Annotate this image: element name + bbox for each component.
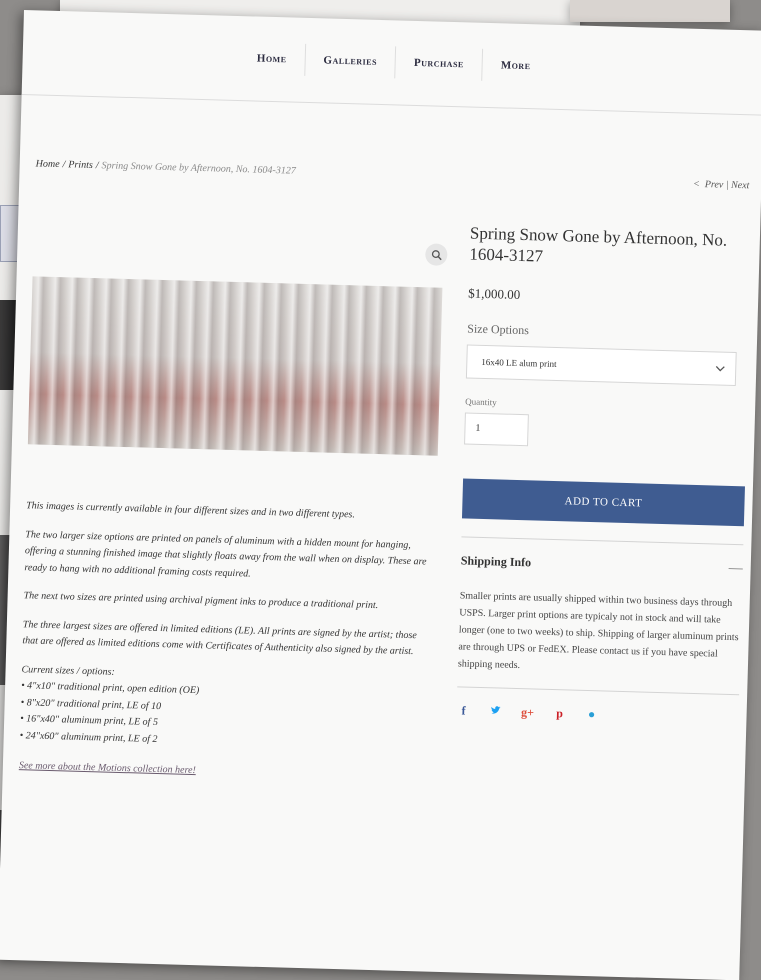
description-paragraph: This images is currently available in fo… <box>26 500 356 521</box>
next-link[interactable]: Next <box>731 180 750 192</box>
product-description: This images is currently available in fo… <box>19 498 437 786</box>
breadcrumb-separator: / <box>95 160 99 172</box>
product-price: $1,000.00 <box>468 285 521 302</box>
description-paragraph: The next two sizes are printed using arc… <box>23 590 379 612</box>
background-page-topright <box>570 0 730 22</box>
collection-link[interactable]: See more about the Motions collection he… <box>19 758 429 786</box>
quantity-input[interactable]: 1 <box>464 411 529 446</box>
product-title: Spring Snow Gone by Afternoon, No. 1604-… <box>469 223 728 266</box>
search-icon[interactable] <box>425 243 448 266</box>
nav-more[interactable]: More <box>482 49 549 83</box>
add-to-cart-button[interactable]: ADD TO CART <box>461 477 745 526</box>
product-page: Home Galleries Purchase More Home / Prints… <box>0 10 761 980</box>
size-options-label: Size Options <box>467 321 530 337</box>
twitter-icon[interactable] <box>488 704 502 719</box>
chevron-down-icon <box>715 363 725 373</box>
pinterest-icon[interactable]: p <box>552 706 566 721</box>
breadcrumb-prints[interactable]: Prints <box>68 159 93 171</box>
main-nav: Home Galleries Purchase More <box>21 10 761 116</box>
divider <box>457 685 740 695</box>
size-select[interactable]: 16x40 LE alum print <box>465 343 737 386</box>
chevron-left-icon: < <box>692 178 700 190</box>
shipping-accordion-header[interactable]: Shipping Info — <box>461 553 743 577</box>
divider <box>461 535 744 545</box>
product-info: Spring Snow Gone by Afternoon, No. 1604-… <box>456 223 750 726</box>
google-plus-icon[interactable]: g+ <box>520 705 534 720</box>
facebook-icon[interactable]: f <box>456 703 470 718</box>
breadcrumb-home[interactable]: Home <box>36 158 60 170</box>
breadcrumb-current: Spring Snow Gone by Afternoon, No. 1604-… <box>101 160 296 177</box>
nav-purchase[interactable]: Purchase <box>395 46 484 81</box>
size-select-value: 16x40 LE alum print <box>481 356 557 369</box>
minus-icon[interactable]: — <box>728 560 742 576</box>
tumblr-icon[interactable]: ● <box>584 706 598 721</box>
product-pager: < Prev | Next <box>693 179 750 192</box>
social-share: f g+ p ● <box>456 703 736 726</box>
shipping-title: Shipping Info <box>460 553 532 570</box>
description-paragraph: The three largest sizes are offered in l… <box>22 618 417 658</box>
breadcrumb: Home / Prints / Spring Snow Gone by Afternoo… <box>36 158 296 176</box>
nav-galleries[interactable]: Galleries <box>305 43 397 79</box>
pager-separator: | <box>725 179 729 191</box>
nav-home[interactable]: Home <box>238 42 306 76</box>
description-paragraph: The two larger size options are printed … <box>24 528 427 580</box>
product-image[interactable] <box>27 276 443 456</box>
prev-link[interactable]: Prev <box>705 179 724 191</box>
shipping-text: Smaller prints are usually shipped withi… <box>457 589 739 671</box>
product-gallery <box>27 228 454 460</box>
quantity-label: Quantity <box>465 395 497 407</box>
breadcrumb-separator: / <box>62 159 66 171</box>
